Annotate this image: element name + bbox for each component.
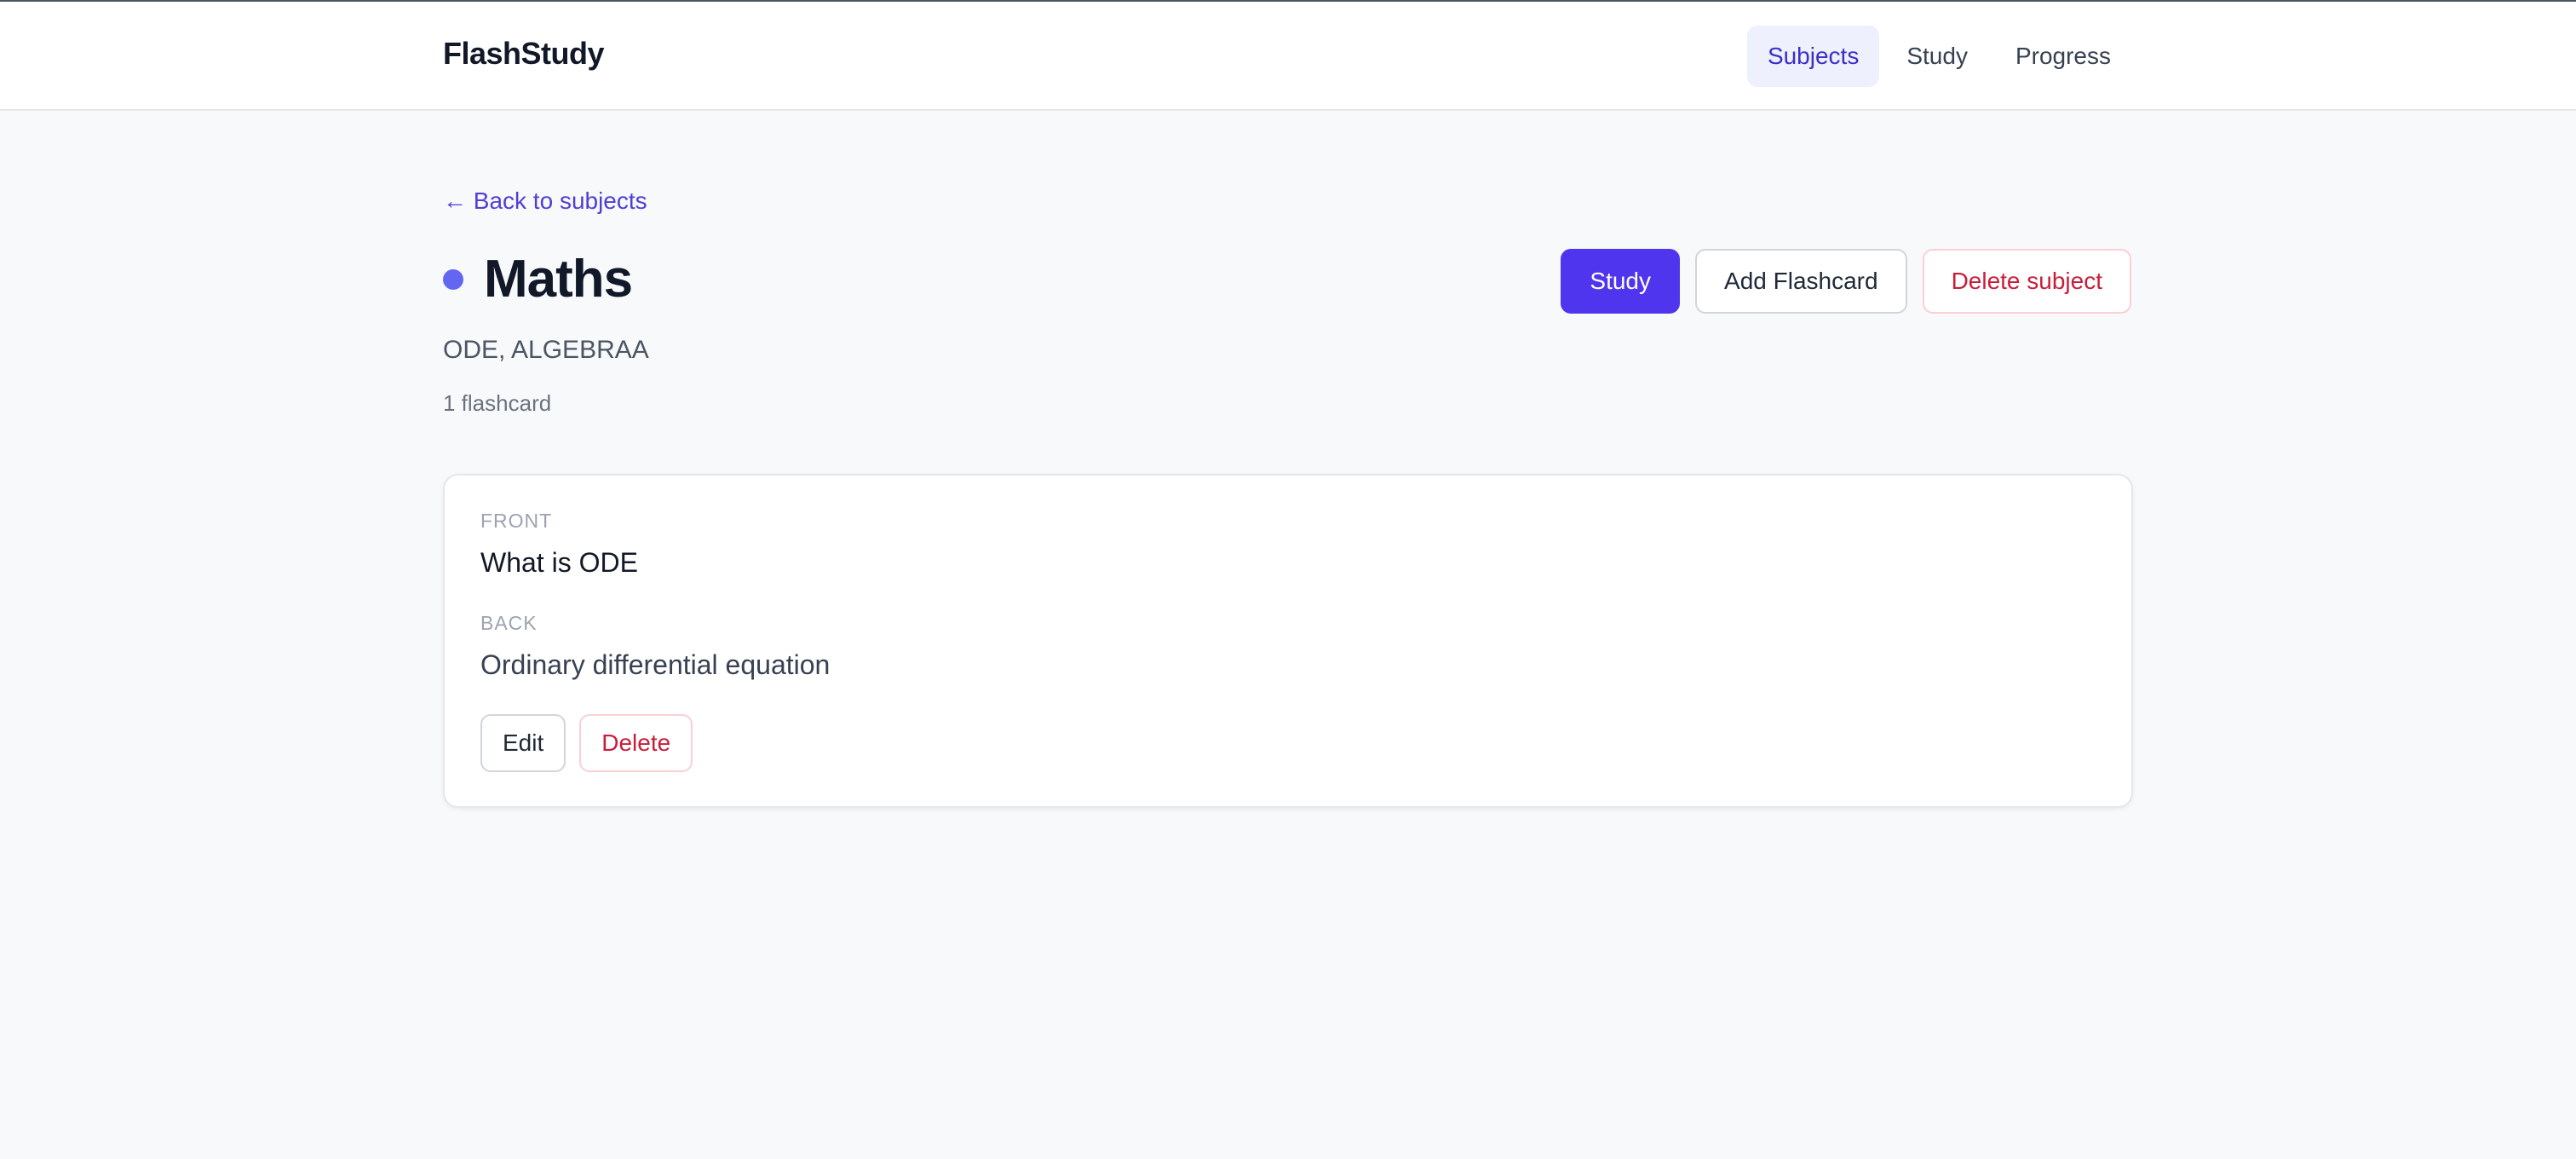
- flashcard-actions: Edit Delete: [480, 714, 693, 772]
- study-button[interactable]: Study: [1561, 249, 1681, 314]
- page-title: Maths: [484, 250, 633, 308]
- edit-flashcard-button[interactable]: Edit: [480, 714, 566, 772]
- delete-flashcard-button[interactable]: Delete: [579, 714, 693, 772]
- front-label: FRONT: [480, 510, 553, 532]
- brand-logo[interactable]: FlashStudy: [443, 36, 605, 72]
- top-navbar: FlashStudy Subjects Study Progress: [0, 2, 2576, 111]
- flashcard-count: 1 flashcard: [443, 390, 552, 416]
- subject-actions: Study Add Flashcard Delete subject: [1561, 249, 2131, 314]
- front-text: What is ODE: [480, 547, 638, 578]
- delete-subject-button[interactable]: Delete subject: [1922, 249, 2131, 314]
- subject-title-row: Maths: [443, 249, 633, 309]
- nav-item-study[interactable]: Study: [1886, 26, 1988, 87]
- nav-item-subjects[interactable]: Subjects: [1746, 26, 1880, 87]
- add-flashcard-button[interactable]: Add Flashcard: [1695, 249, 1907, 314]
- back-to-subjects-link[interactable]: ← Back to subjects: [443, 187, 647, 215]
- back-text: Ordinary differential equation: [480, 649, 831, 680]
- main-nav: Subjects Study Progress: [1746, 26, 2131, 87]
- subject-description: ODE, ALGEBRAA: [443, 336, 649, 364]
- subject-color-dot: [443, 268, 463, 290]
- back-label: BACK: [480, 612, 538, 634]
- flashcard-card: FRONT What is ODE BACK Ordinary differen…: [443, 474, 2133, 808]
- nav-item-progress[interactable]: Progress: [1995, 26, 2131, 87]
